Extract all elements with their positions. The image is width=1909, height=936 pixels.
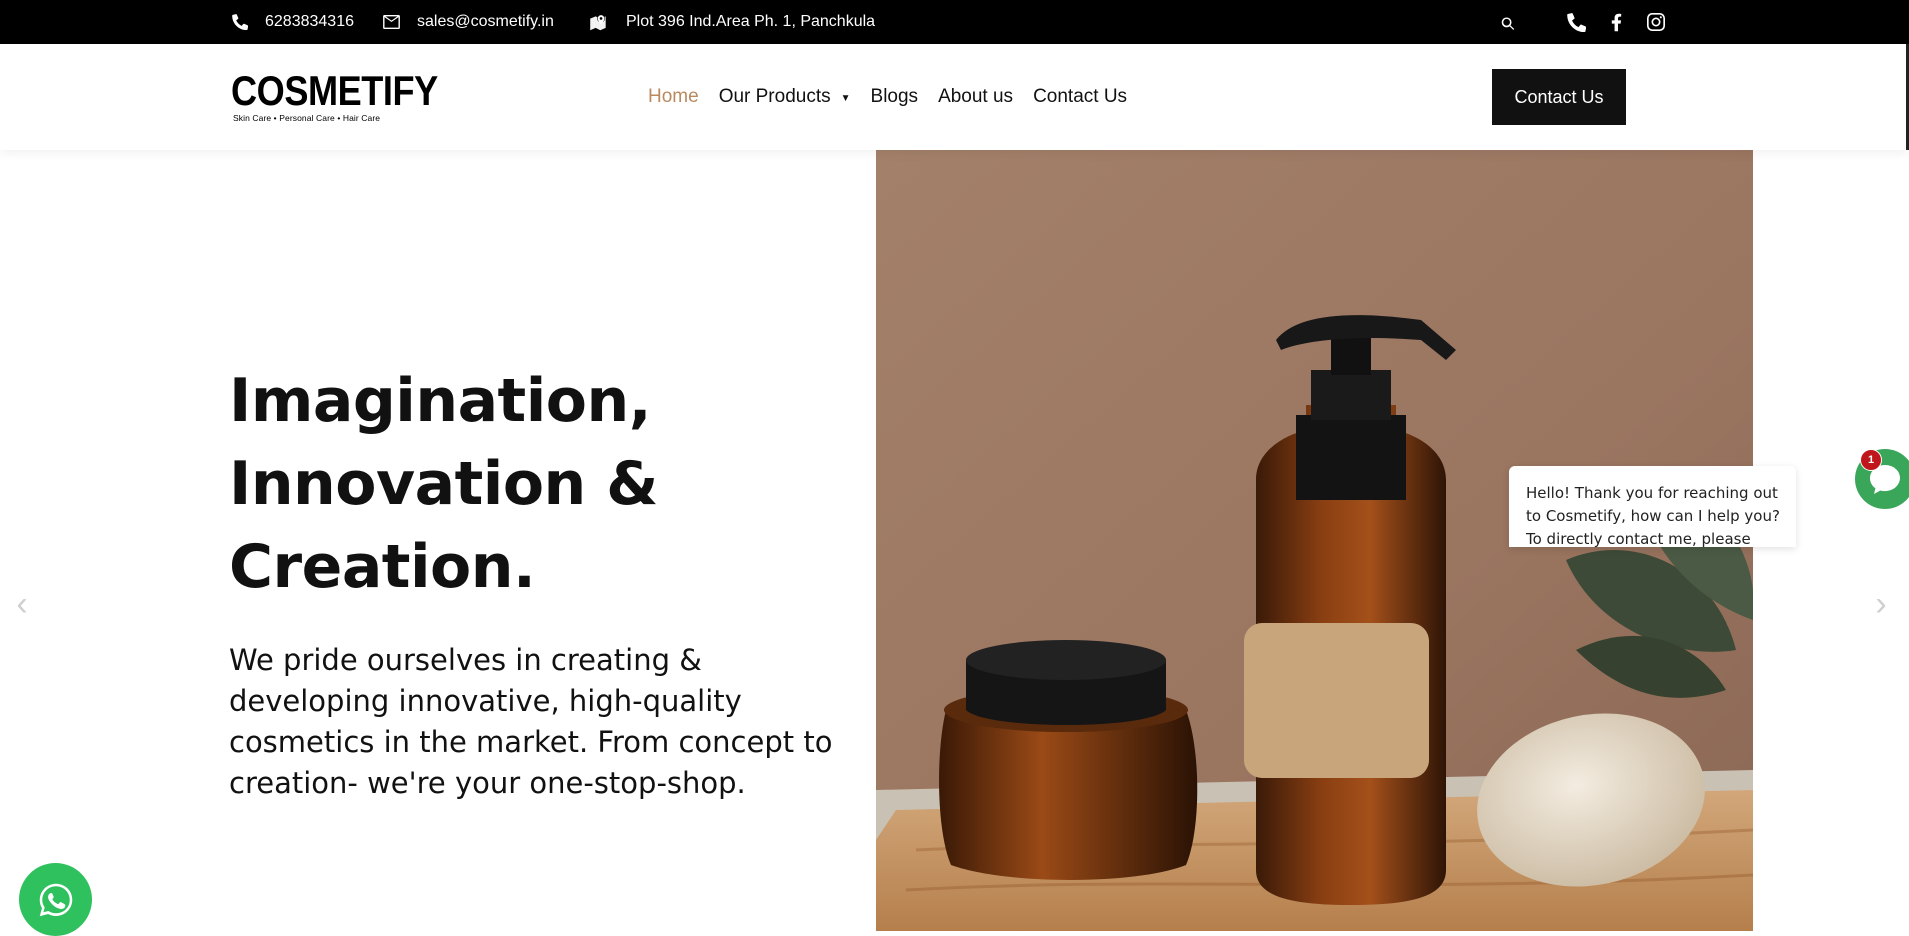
topbar-instagram[interactable] — [1647, 0, 1665, 44]
chat-message-text: Hello! Thank you for reaching out to Cos… — [1526, 484, 1780, 547]
logo-tagline: Skin Care • Personal Care • Hair Care — [233, 113, 381, 123]
slider-next-arrow[interactable]: › — [1868, 585, 1894, 624]
hero-title-line-2: Innovation & — [229, 449, 658, 519]
nav-blogs[interactable]: Blogs — [871, 86, 919, 108]
nav-blogs-label: Blogs — [870, 86, 919, 107]
top-bar: 6283834316 sales@cosmetify.in Plot 396 I… — [0, 0, 1909, 44]
phone-icon — [232, 14, 248, 30]
whatsapp-icon — [39, 883, 72, 916]
hero-subtitle: We pride ourselves in creating & develop… — [229, 643, 833, 800]
nav-contact-us-label: Contact Us — [1033, 86, 1128, 107]
hero-title: Imagination, Innovation & Creation. — [229, 360, 849, 609]
caret-down-icon: ▼ — [840, 92, 851, 104]
instagram-icon[interactable] — [1647, 13, 1665, 31]
site-header: COSMETIFY Skin Care • Personal Care • Ha… — [0, 44, 1909, 150]
nav-home-label: Home — [648, 86, 699, 107]
search-icon[interactable] — [1497, 14, 1514, 31]
hero-title-line-1: Imagination, — [229, 366, 652, 436]
main-nav: Home Our Products ▼ Blogs About us Conta… — [648, 44, 1147, 150]
topbar-email[interactable]: sales@cosmetify.in — [383, 0, 554, 44]
contact-us-button[interactable]: Contact Us — [1492, 69, 1626, 125]
topbar-search[interactable] — [1497, 0, 1514, 44]
chat-notification-badge: 1 — [1860, 449, 1882, 471]
nav-about-us-label: About us — [938, 86, 1014, 107]
topbar-phone-text: 6283834316 — [265, 13, 354, 30]
phone-icon[interactable] — [1567, 12, 1586, 32]
logo-wordmark: COSMETIFY — [231, 67, 438, 114]
topbar-facebook[interactable] — [1611, 0, 1622, 44]
nav-contact-us[interactable]: Contact Us — [1033, 86, 1127, 108]
topbar-email-text: sales@cosmetify.in — [417, 13, 554, 30]
site-logo[interactable]: COSMETIFY Skin Care • Personal Care • Ha… — [231, 67, 438, 127]
nav-about-us[interactable]: About us — [938, 86, 1013, 108]
nav-our-products-label: Our Products — [718, 86, 831, 107]
hero-title-line-3: Creation. — [229, 532, 536, 602]
nav-home[interactable]: Home — [648, 86, 699, 108]
map-icon — [590, 14, 606, 30]
topbar-address[interactable]: Plot 396 Ind.Area Ph. 1, Panchkula — [590, 0, 875, 44]
chat-message-bubble[interactable]: Hello! Thank you for reaching out to Cos… — [1509, 466, 1796, 547]
nav-our-products[interactable]: Our Products ▼ — [719, 86, 851, 108]
slider-prev-arrow[interactable]: ‹ — [9, 585, 35, 624]
topbar-phone-social[interactable] — [1567, 0, 1586, 44]
whatsapp-button[interactable] — [19, 863, 92, 936]
topbar-phone[interactable]: 6283834316 — [232, 0, 354, 44]
topbar-address-text: Plot 396 Ind.Area Ph. 1, Panchkula — [626, 13, 876, 30]
facebook-icon[interactable] — [1611, 13, 1622, 32]
envelope-icon — [383, 15, 400, 29]
